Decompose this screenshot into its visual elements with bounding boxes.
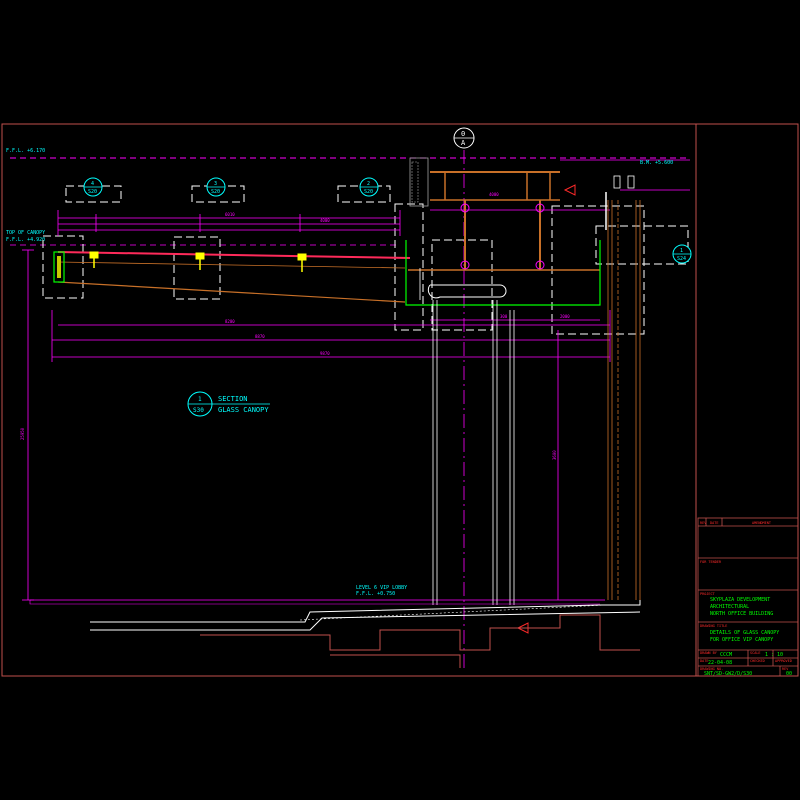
title-drawing-title-1: DETAILS OF GLASS CANOPY (710, 630, 779, 636)
title-amend-hdr: AMENDMENT (752, 521, 772, 525)
section-ref: S30 (193, 407, 204, 414)
title-rev-small: 00 (786, 671, 792, 677)
detail-bubble-ref: S20 (88, 189, 97, 195)
detail-bubble: 4 S20 (83, 177, 103, 197)
dim-small-a: 300 (500, 314, 508, 319)
title-project-2: ARCHITECTURAL (710, 604, 749, 610)
dim-right: 4000 (489, 192, 499, 197)
title-scale: 1 : 10 (765, 652, 783, 658)
cad-drawing: F.F.L. +6.170 TOP OF CANOPY F.F.L. +4.92… (0, 0, 800, 800)
title-rev-hdr: REV (700, 521, 707, 525)
section-number: 1 (198, 396, 202, 403)
title-status: FOR TENDER (700, 560, 722, 564)
detail-bubble: 1 S24 (672, 244, 692, 264)
dim-top-a: 6010 (225, 212, 235, 217)
detail-bubble-ref: S20 (211, 189, 220, 195)
title-date: 22-04-08 (708, 660, 732, 666)
dim-low-a: 8870 (255, 334, 265, 339)
background (0, 0, 800, 800)
section-label-1: SECTION (218, 395, 248, 403)
detail-bubble: 2 S20 (359, 177, 379, 197)
title-drawn-label: DRAWN BY (700, 651, 718, 655)
detail-bubble-ref: S24 (677, 256, 686, 262)
title-drawing-title-2: FOR OFFICE VIP CANOPY (710, 637, 773, 643)
detail-bubble-num: 1 (680, 248, 683, 254)
title-date-hdr: DATE (710, 521, 718, 525)
detail-bubble-num: 3 (214, 181, 217, 187)
level-right: B.M. +5.600 (640, 160, 673, 166)
level-ffl-canopy: F.F.L. +4.920 (6, 237, 45, 243)
dim-mid: 8200 (225, 319, 235, 324)
section-label-2: GLASS CANOPY (218, 406, 269, 414)
detail-bubble-num: 2 (367, 181, 370, 187)
level-top-canopy: TOP OF CANOPY (6, 230, 45, 236)
detail-bubble-ref: S20 (364, 189, 373, 195)
dim-small-b: 2000 (560, 314, 570, 319)
level-vip-lobby-ffl: F.F.L. +0.750 (356, 591, 395, 597)
title-scale-label: SCALE (750, 651, 761, 655)
title-checked-label: CHECKED (750, 659, 765, 663)
title-drawing-title-label: DRAWING TITLE (700, 624, 727, 628)
dim-top-b: 4000 (320, 218, 330, 223)
title-project-1: SKYPLAZA DEVELOPMENT (710, 597, 770, 603)
title-drawn-by: CCCM (720, 652, 732, 658)
title-project-label: PROJECT (700, 592, 716, 596)
grid-bubble-top: 0 (461, 130, 465, 138)
detail-bubble: 3 S20 (206, 177, 226, 197)
canopy-end-fill (57, 256, 61, 278)
dim-low-b: 9870 (320, 351, 330, 356)
title-drawing-no: SNT/SD-GW2/D/S30 (704, 671, 752, 677)
title-project-3: NORTH OFFICE BUILDING (710, 611, 773, 617)
title-approved-label: APPROVED (775, 659, 792, 663)
dim-vertical-right: 3600 (552, 450, 557, 460)
dim-vertical: 25950 (20, 427, 25, 440)
level-ffl-top: F.F.L. +6.170 (6, 148, 45, 154)
detail-bubble-num: 4 (91, 181, 94, 187)
